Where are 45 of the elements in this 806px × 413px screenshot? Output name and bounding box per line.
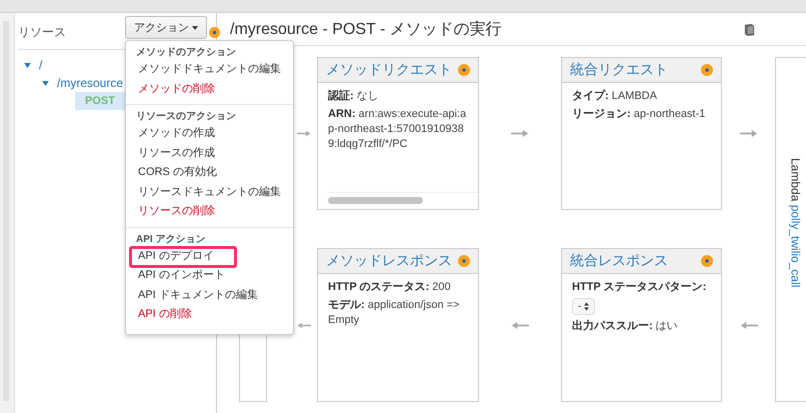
menu-section-header: API アクション	[135, 232, 206, 246]
menu-item[interactable]: API ドキュメントの編集	[138, 286, 258, 305]
status-dot-icon	[458, 255, 470, 267]
backend-label: Lambda polly_twilio_call	[788, 158, 802, 288]
menu-section-header: リソースのアクション	[135, 110, 237, 124]
field-text: モデル: application/json => Empty	[328, 298, 460, 328]
expand-caret-icon[interactable]	[24, 62, 31, 68]
field-text: タイプ: LAMBDA	[572, 89, 658, 104]
tree-item[interactable]: /	[39, 58, 42, 72]
tree-item[interactable]: /myresource	[57, 76, 124, 90]
menu-item[interactable]: リソースの削除	[138, 202, 215, 222]
right-arrow-icon	[511, 129, 529, 138]
field-text: HTTP のステータス: 200	[328, 280, 452, 295]
pattern-select[interactable]: -	[572, 298, 596, 315]
left-arrow-icon	[511, 320, 529, 330]
field-text: ARN: arn:aws:execute-api:ap-northeast-1:570019109389:ldqg7rzflf/*/PC	[328, 107, 468, 152]
menu-item[interactable]: API の削除	[138, 305, 192, 324]
status-dot-icon	[701, 255, 713, 267]
status-dot-icon	[458, 64, 470, 76]
field-text: リージョン: ap-northeast-1	[572, 107, 706, 122]
menu-item[interactable]: API のインポート	[138, 266, 225, 286]
menu-item[interactable]: メソッドドキュメントの編集	[138, 60, 281, 80]
function-link[interactable]: polly_twilio_call	[788, 204, 802, 288]
field-label: HTTP ステータスパターン:	[572, 280, 708, 295]
menu-item[interactable]: リソースドキュメントの編集	[138, 182, 281, 202]
right-arrow-icon	[740, 129, 758, 138]
page-title: /myresource - POST - メソッドの実行	[230, 20, 503, 40]
field-text: 認証: なし	[328, 89, 380, 104]
scrollbar-thumb[interactable]	[328, 196, 423, 204]
stepper-icon	[584, 302, 590, 311]
status-dot-icon	[209, 27, 220, 38]
book-icon[interactable]	[743, 22, 756, 36]
status-dot-icon	[701, 64, 713, 76]
left-arrow-icon	[297, 320, 311, 330]
menu-item[interactable]: CORS の有効化	[138, 163, 217, 182]
expand-caret-icon[interactable]	[42, 80, 49, 86]
field-text: 出力パススルー: はい	[572, 319, 679, 334]
menu-item[interactable]: リソースの作成	[138, 144, 215, 163]
right-arrow-icon	[297, 129, 311, 138]
menu-item[interactable]: API のデプロイ	[138, 246, 214, 266]
caret-icon	[192, 26, 198, 30]
menu-item[interactable]: メソッドの作成	[138, 124, 215, 144]
menu-section-header: メソッドのアクション	[135, 46, 237, 60]
actions-button[interactable]: アクション	[125, 16, 207, 39]
left-arrow-icon	[740, 320, 758, 330]
